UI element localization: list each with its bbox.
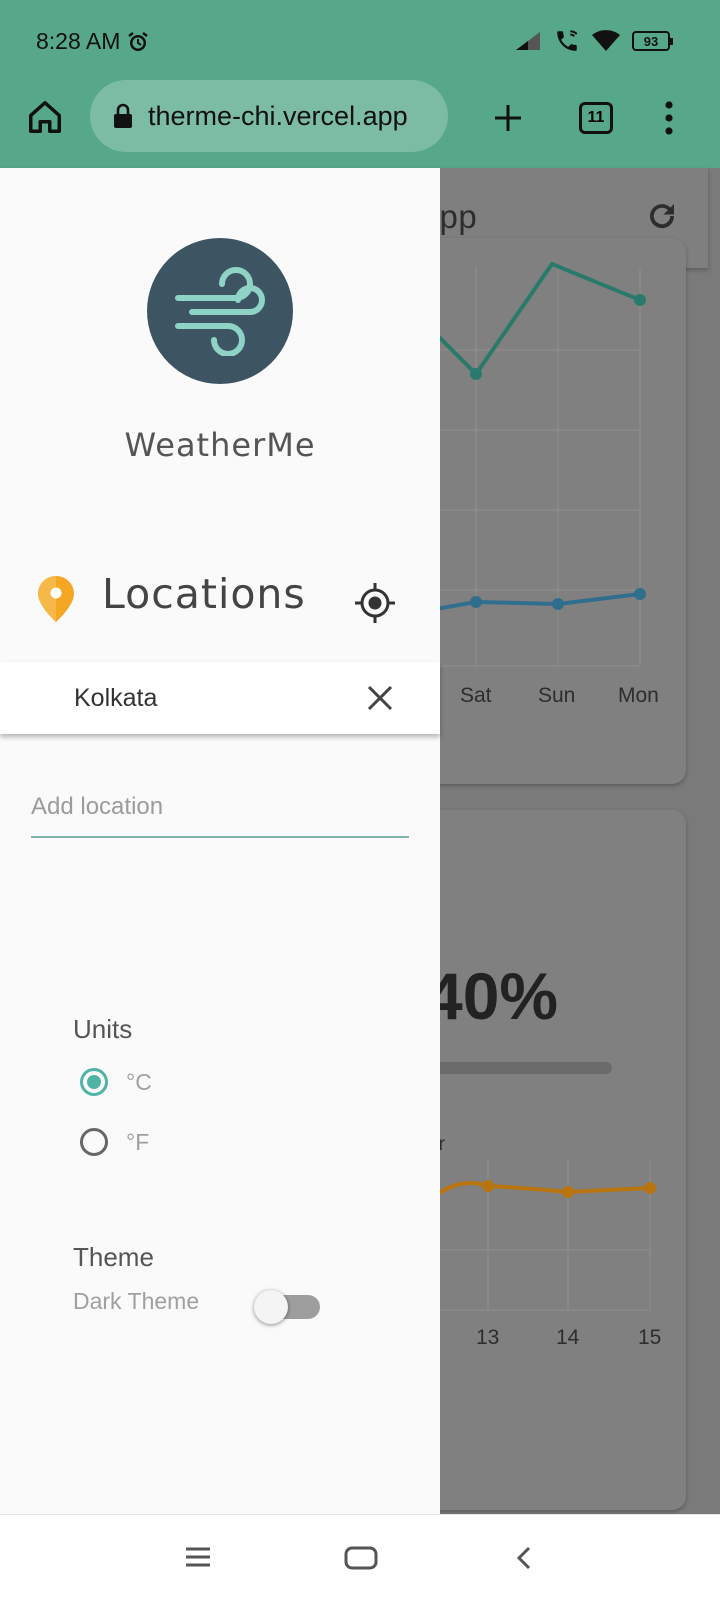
signal-icon [516,32,540,50]
location-name: Kolkata [74,684,158,712]
chart2-x-label: 14 [556,1326,580,1349]
dark-theme-toggle[interactable] [254,1290,322,1324]
home-icon [29,101,61,133]
close-icon[interactable] [366,684,394,712]
chart2-x-label: 15 [638,1326,662,1349]
home-nav-icon[interactable] [344,1545,378,1571]
tabs-button[interactable]: 11 [576,98,616,138]
dark-theme-label: Dark Theme [73,1288,200,1314]
app-logo [147,238,293,384]
new-tab-button[interactable] [488,98,528,138]
back-icon[interactable] [514,1545,534,1571]
unit-option-celsius[interactable]: °C [80,1068,152,1096]
theme-label: Theme [73,1242,154,1272]
location-item[interactable]: Kolkata [0,662,440,734]
add-location-input[interactable] [31,788,409,838]
wifi-call-icon [557,30,578,51]
locations-title: Locations [102,570,306,618]
background-forecast-card: Sat Sun Mon [400,238,686,784]
menu-dots-icon [665,101,673,135]
chart-x-label: Mon [618,684,659,707]
plus-icon [495,105,521,131]
radio-button[interactable] [80,1128,108,1156]
unit-label-fahrenheit: °F [126,1128,150,1155]
battery-icon: 93 [632,31,673,51]
wind-icon [175,267,265,356]
url-bar[interactable]: therme-chi.vercel.app [90,80,448,152]
chart-x-label: Sat [460,684,492,707]
home-button[interactable] [24,96,66,138]
unit-label-celsius: °C [126,1068,152,1095]
chart-x-label: Sun [538,684,576,707]
menu-button[interactable] [654,96,684,140]
radio-button-selected[interactable] [80,1068,108,1096]
status-bar: 8:28 AM 93 [0,0,720,80]
battery-level: 93 [643,33,659,49]
browser-toolbar: therme-chi.vercel.app 11 [0,80,720,168]
url-text: therme-chi.vercel.app [148,100,408,131]
alarm-icon [128,31,149,51]
status-time: 8:28 AM [36,28,121,54]
toggle-thumb[interactable] [254,1290,288,1324]
gps-target-icon[interactable] [354,582,396,624]
humidity-chart [428,1160,656,1311]
system-nav-bar [0,1514,720,1600]
wifi-icon [592,30,620,51]
tab-count: 11 [579,102,613,134]
app-name: WeatherMe [124,426,316,464]
unit-option-fahrenheit[interactable]: °F [80,1128,149,1156]
status-icons: 93 [514,28,673,54]
lock-icon [114,103,132,128]
location-pin-icon [38,576,74,622]
recent-apps-icon[interactable] [184,1545,212,1569]
background-humidity-card: r 40% er 13 14 15 [400,810,686,1510]
refresh-icon[interactable] [644,198,680,234]
status-time-group: 8:28 AM [36,28,150,55]
units-label: Units [73,1014,133,1044]
navigation-drawer: WeatherMe Locations Kolkata Units °C °F … [0,168,440,1514]
chart2-x-label: 13 [476,1326,500,1349]
